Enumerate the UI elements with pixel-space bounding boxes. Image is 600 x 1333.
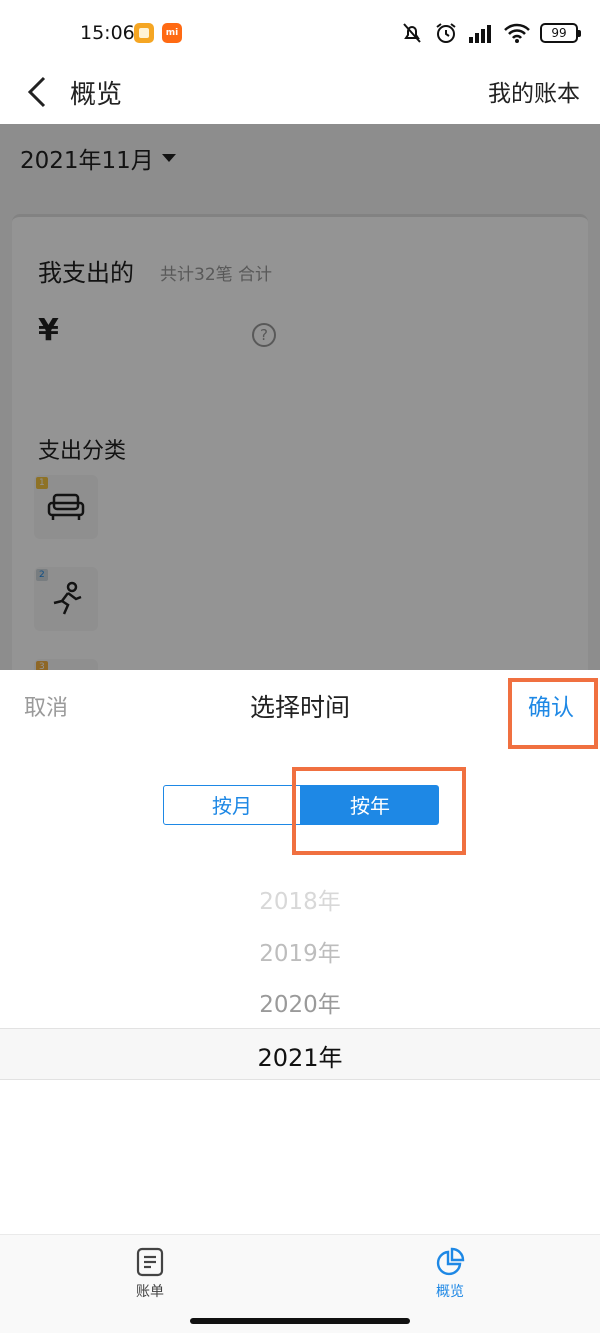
status-icons: 99 (400, 20, 581, 46)
year-option-selected[interactable]: 2021年 (0, 1038, 600, 1073)
mi-app-icon: mi (162, 23, 182, 43)
status-time: 15:06 (80, 22, 135, 44)
signal-icon (469, 25, 491, 43)
page-title: 概览 (70, 80, 123, 110)
overview-content: 2021年11月 我支出的 共计32笔 合计 ¥ ? 支出分类 1 2 3 (0, 124, 600, 670)
wifi-icon (504, 23, 530, 43)
nav-bar: 概览 我的账本 (0, 62, 600, 124)
my-ledger-link[interactable]: 我的账本 (488, 74, 580, 108)
mute-icon (403, 23, 421, 43)
back-arrow-icon[interactable] (22, 72, 52, 112)
year-option[interactable]: 2018年 (0, 882, 600, 916)
tab-bills-label: 账单 (136, 1284, 164, 1300)
tab-overview-label: 概览 (436, 1284, 464, 1300)
bill-list-icon (136, 1247, 164, 1277)
by-month-tab[interactable]: 按月 (163, 785, 301, 825)
year-wheel[interactable]: 2018年 2019年 2020年 2021年 (0, 870, 600, 1090)
by-year-highlight-box (292, 767, 466, 855)
year-option[interactable]: 2020年 (0, 985, 600, 1019)
home-indicator[interactable] (190, 1318, 410, 1324)
year-option[interactable]: 2019年 (0, 934, 600, 968)
pie-chart-icon (436, 1247, 465, 1276)
notes-app-icon (134, 23, 154, 43)
confirm-highlight-box (508, 678, 598, 749)
status-bar: 15:06 mi 99 (0, 0, 600, 62)
time-picker-sheet: 取消 选择时间 确认 按月 按年 2018年 2019年 2020年 2021年 (0, 670, 600, 1234)
modal-overlay[interactable] (0, 124, 600, 670)
tab-bills[interactable]: 账单 (120, 1247, 180, 1301)
battery-icon: 99 (540, 23, 581, 43)
tab-overview[interactable]: 概览 (420, 1247, 480, 1301)
alarm-icon (436, 23, 456, 43)
